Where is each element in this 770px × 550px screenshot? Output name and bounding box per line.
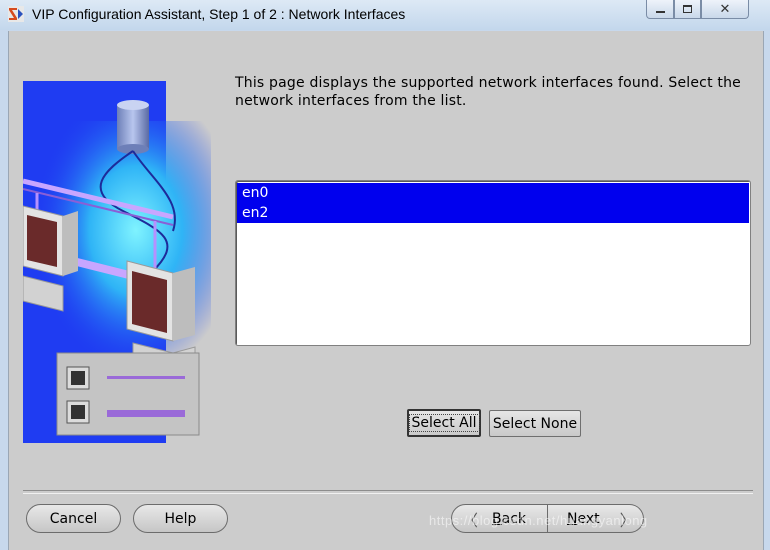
help-label: Help	[164, 510, 197, 527]
app-logo-icon	[8, 6, 24, 22]
select-none-label: Select None	[492, 415, 578, 432]
list-item[interactable]: en2	[237, 203, 749, 223]
minimize-button[interactable]	[646, 0, 674, 19]
dialog-body: This page displays the supported network…	[8, 31, 764, 550]
select-all-label: Select All	[408, 414, 480, 432]
network-interfaces-list[interactable]: en0 en2	[235, 180, 751, 346]
select-all-button[interactable]: Select All	[407, 409, 481, 437]
help-button[interactable]: Help	[133, 504, 228, 533]
close-icon: ✕	[719, 1, 731, 17]
close-button[interactable]: ✕	[701, 0, 749, 19]
footer-divider	[23, 490, 753, 494]
maximize-button[interactable]	[674, 0, 701, 19]
window-title: VIP Configuration Assistant, Step 1 of 2…	[32, 6, 406, 22]
cancel-button[interactable]: Cancel	[26, 504, 121, 533]
list-item[interactable]: en0	[237, 183, 749, 203]
maximize-icon	[683, 5, 692, 13]
watermark-text: https://blog.csdn.net/huangyanlong	[429, 513, 648, 528]
cancel-label: Cancel	[49, 510, 98, 527]
network-illustration	[23, 81, 211, 443]
title-bar[interactable]: VIP Configuration Assistant, Step 1 of 2…	[0, 0, 770, 30]
minimize-icon	[655, 11, 665, 13]
select-none-button[interactable]: Select None	[489, 410, 581, 437]
page-description: This page displays the supported network…	[235, 75, 741, 109]
